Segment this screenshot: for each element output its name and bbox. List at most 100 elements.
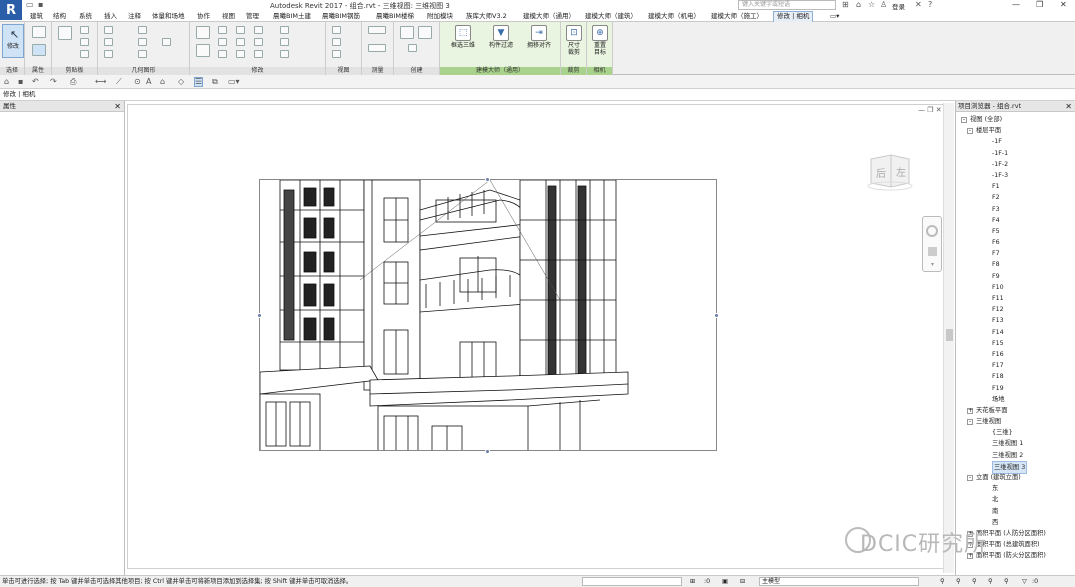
binoculars-icon[interactable]: ⊞ [842,0,849,9]
wall-joins-icon[interactable] [162,38,171,46]
browser-tree-item[interactable]: F15 [956,338,1075,349]
rotate-icon[interactable] [236,38,245,46]
match-type-icon[interactable] [80,50,89,58]
linework-icon[interactable] [332,50,341,58]
tab-addins[interactable]: 附加模块 [427,12,453,21]
zoom-icon[interactable] [928,247,937,256]
minimize-button[interactable]: — [1012,0,1020,9]
delete-icon[interactable] [280,50,289,58]
section-icon[interactable]: ◇ [178,77,184,86]
browser-tree-item[interactable]: F9 [956,271,1075,282]
crop-grip-left[interactable] [257,313,262,318]
view-cube[interactable]: 后 左 [865,153,915,191]
browser-tree-item[interactable]: F17 [956,360,1075,371]
switch-windows-icon[interactable]: ▭▾ [228,77,240,86]
browser-tree-item[interactable]: 北 [956,494,1075,505]
workset-select[interactable] [582,577,682,586]
measure-tool-icon[interactable]: ⟷ [95,77,106,86]
unpin-icon[interactable] [280,38,289,46]
tab-family-master[interactable]: 族库大师V3.2 [466,12,507,21]
select-underlay-icon[interactable]: ⚲ [956,576,961,587]
browser-tree-item[interactable]: F14 [956,327,1075,338]
tab-bim-stairs[interactable]: 晨曦BIM楼梯 [376,12,414,21]
size-crop-button[interactable]: ⊡ 尺寸 裁剪 [563,25,585,56]
browser-tree-item[interactable]: - 三维视图 [956,416,1075,427]
crop-grip-top[interactable] [485,177,490,182]
save-file-icon[interactable]: ▪ [18,77,23,86]
view-cube-left-face[interactable]: 左 [896,164,906,179]
cope-icon[interactable] [104,26,113,34]
scrollbar-thumb[interactable] [946,329,953,341]
drag-elements-icon[interactable]: ⚲ [1004,576,1009,587]
close-button[interactable]: ✕ [1060,0,1067,9]
browser-tree-item[interactable]: -1F-2 [956,159,1075,170]
tab-modify-camera[interactable]: 修改 | 相机 [773,11,814,22]
thin-lines-icon[interactable]: ☰ [194,77,204,87]
move-align-button[interactable]: ⇥ 拥移对齐 [522,25,556,49]
text-icon[interactable]: A [146,77,151,86]
array-icon[interactable] [254,38,263,46]
tab-annotate[interactable]: 注释 [128,12,141,21]
hide-icon[interactable] [332,26,341,34]
browser-tree-item[interactable]: F19 [956,383,1075,394]
tab-collaborate[interactable]: 协作 [197,12,210,21]
3d-view-icon[interactable]: ⌂ [160,77,165,86]
filter-count-icon[interactable]: ▽ [1022,576,1027,587]
reset-target-button[interactable]: ⊕ 重置 目标 [589,25,611,56]
browser-tree-item[interactable]: -1F-3 [956,170,1075,181]
browser-tree-item[interactable]: 场地 [956,394,1075,405]
browser-tree-item[interactable]: -1F-1 [956,148,1075,159]
pin-icon[interactable] [280,26,289,34]
cut-geometry-icon[interactable] [104,38,113,46]
aligned-dimension-icon[interactable]: ⟋ [116,77,122,87]
dimension-icon[interactable] [368,44,386,52]
scale-icon[interactable] [254,50,263,58]
browser-tree-item[interactable]: {三维} [956,427,1075,438]
editable-only-icon[interactable]: ⊟ [740,576,745,587]
collapse-icon[interactable]: - [961,117,967,123]
browser-tree-item[interactable]: F1 [956,181,1075,192]
tag-icon[interactable]: ⊙ [134,77,141,86]
mirror-axis-icon[interactable] [218,38,227,46]
browser-tree-item[interactable]: - 楼层平面 [956,125,1075,136]
browser-tree-item[interactable]: 三维视图 3 [956,460,1075,474]
browser-tree-item[interactable]: F7 [956,248,1075,259]
browser-tree-item[interactable]: 三维视图 1 [956,438,1075,449]
view-cube-back-face[interactable]: 后 [876,165,886,180]
design-options-icon[interactable]: ▣ [722,576,728,587]
collapse-icon[interactable]: - [967,475,973,481]
tab-bim-rebar[interactable]: 晨曦BIM钢筋 [322,12,360,21]
browser-tree-item[interactable]: F4 [956,215,1075,226]
select-links-icon[interactable]: ⚲ [940,576,945,587]
tab-modeling-mep[interactable]: 建模大师（机电） [648,12,700,21]
tab-insert[interactable]: 插入 [104,12,117,21]
mirror-draw-icon[interactable] [236,26,245,34]
collapse-icon[interactable]: - [967,128,973,135]
open-file-icon[interactable]: ⌂ [4,77,9,86]
move-icon[interactable] [196,44,210,57]
modify-button[interactable]: ↖ 修改 [2,24,24,58]
demolish-icon[interactable] [138,50,147,58]
steering-wheel-icon[interactable] [926,225,938,237]
browser-tree-item[interactable]: + 天花板平面 [956,405,1075,416]
override-icon[interactable] [332,38,341,46]
tab-structure[interactable]: 结构 [53,12,66,21]
browser-tree-item[interactable]: F11 [956,293,1075,304]
browser-tree-item[interactable]: F8 [956,259,1075,270]
view-minimize-icon[interactable]: — ❐ ✕ [918,106,942,114]
browser-tree-item[interactable]: F6 [956,237,1075,248]
split-icon[interactable] [254,26,263,34]
collapse-icon[interactable]: - [967,419,973,426]
element-filter-button[interactable]: ▼ 构件过滤 [484,25,518,49]
browser-tree-item[interactable]: 东 [956,483,1075,494]
panel-label-select[interactable]: 选择 [0,67,24,75]
login-link[interactable]: 登录 [892,1,905,11]
split-face-icon[interactable] [138,26,147,34]
browser-tree-item[interactable]: F2 [956,192,1075,203]
align-icon[interactable] [196,26,210,39]
help-icon[interactable]: ? [928,0,932,9]
subscription-icon[interactable]: ⌂ [856,0,861,9]
select-pinned-icon[interactable]: ⚲ [972,576,977,587]
browser-tree-item[interactable]: 南 [956,506,1075,517]
print-icon[interactable]: ⎙ [70,77,76,87]
